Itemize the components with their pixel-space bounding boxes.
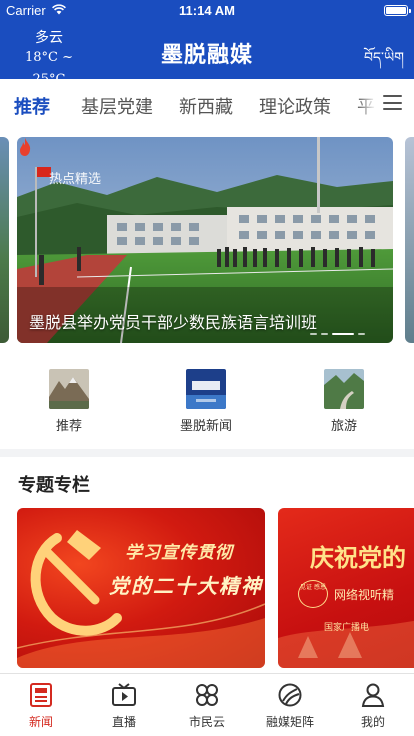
tab-grassroots-party[interactable]: 基层党建 <box>81 93 153 119</box>
carousel-indicator <box>310 333 365 335</box>
bottom-tab-label: 新闻 <box>28 715 53 729</box>
hero-carousel[interactable]: 热点精选 墨脱县举办党员干部少数民族语言培训班 <box>0 127 414 359</box>
clock: 11:14 AM <box>179 3 235 18</box>
channel-recommended[interactable]: 推荐 <box>19 369 119 434</box>
carousel-dot <box>358 333 365 335</box>
news-logo-thumb <box>186 369 226 409</box>
bottom-tab-label: 我的 <box>360 715 385 729</box>
bottom-tab-label: 融媒矩阵 <box>265 715 314 729</box>
bottom-tab-media-matrix[interactable]: 融媒矩阵 <box>249 682 331 730</box>
bottom-tab-news[interactable]: 新闻 <box>0 682 82 730</box>
person-icon <box>361 683 385 707</box>
carousel-dot <box>321 333 328 335</box>
carousel-next-card[interactable] <box>405 137 414 343</box>
news-icon <box>30 683 52 707</box>
section-title: 专题专栏 <box>18 475 90 496</box>
bottom-tab-label: 直播 <box>111 715 136 729</box>
banner-line-3: 国家广播电 <box>324 623 370 633</box>
tab-theory-policy[interactable]: 理论政策 <box>259 93 331 119</box>
carousel-slide[interactable]: 热点精选 墨脱县举办党员干部少数民族语言培训班 <box>17 137 393 343</box>
special-banner-celebration[interactable]: 庆祝党的 见证 感恩 网络视听精 国家广播电 <box>278 508 414 668</box>
special-columns-section: 专题专栏 学习宣传贯彻 党的二十大精神 庆祝党的 见证 感恩 网络视听精 国家广… <box>0 457 414 673</box>
flame-icon <box>20 138 31 156</box>
valley-thumb <box>324 369 364 409</box>
matrix-icon <box>278 683 302 707</box>
bottom-tab-label: 市民云 <box>188 715 225 729</box>
tab-new-tibet[interactable]: 新西藏 <box>179 93 233 119</box>
battery-icon <box>384 5 411 16</box>
slide-tag: 热点精选 <box>49 172 102 187</box>
banner-seal: 见证 感恩 <box>298 580 328 608</box>
special-banner-congress[interactable]: 学习宣传贯彻 党的二十大精神 <box>17 508 265 668</box>
bottom-tab-bar: 新闻 直播 市民云 融媒矩阵 我的 <box>0 673 414 736</box>
banner-line-1: 学习宣传贯彻 <box>125 543 233 563</box>
tv-icon <box>112 683 136 706</box>
banner-line-2: 党的二十大精神 <box>109 574 263 598</box>
quick-channels: 推荐 墨脱新闻 旅游 <box>0 359 414 449</box>
carousel-prev-card[interactable] <box>0 137 9 343</box>
status-bar: Carrier 11:14 AM <box>0 0 414 22</box>
mountain-thumb <box>49 369 89 409</box>
banner-line-1: 庆祝党的 <box>310 543 406 572</box>
bottom-tab-profile[interactable]: 我的 <box>332 682 414 730</box>
channel-motuo-news[interactable]: 墨脱新闻 <box>156 369 256 434</box>
app-logo: 墨脱融媒 <box>160 43 253 68</box>
channel-label: 旅游 <box>330 419 357 434</box>
menu-icon[interactable] <box>383 95 402 110</box>
bottom-tab-citizen-cloud[interactable]: 市民云 <box>166 682 248 730</box>
tab-recommended[interactable]: 推荐 <box>14 93 50 119</box>
tibetan-language-switch[interactable]: བོད་ཡིག <box>364 41 404 81</box>
category-tabs: 推荐 基层党建 新西藏 理论政策 平 <box>0 79 414 127</box>
channel-travel[interactable]: 旅游 <box>294 369 394 434</box>
bottom-tab-live[interactable]: 直播 <box>83 682 165 730</box>
banner-line-2: 网络视听精 <box>334 588 395 602</box>
channel-label: 墨脱新闻 <box>179 419 232 434</box>
app-header: Carrier 11:14 AM 多云 18°C ~ 25°C 墨脱融媒 བོད… <box>0 0 414 87</box>
grid-clover-icon <box>196 684 218 706</box>
channel-label: 推荐 <box>55 419 82 434</box>
carousel-dot <box>310 333 317 335</box>
slide-title: 墨脱县举办党员干部少数民族语言培训班 <box>29 313 318 332</box>
carousel-dot-active <box>332 333 354 335</box>
